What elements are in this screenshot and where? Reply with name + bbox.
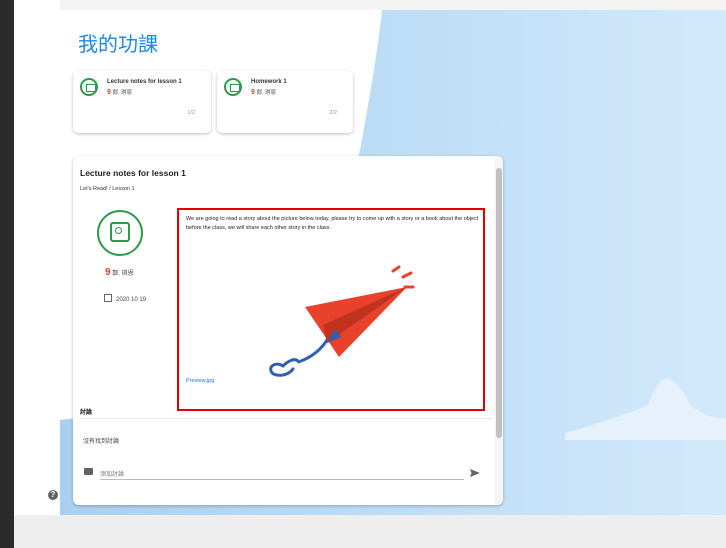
window-frame	[0, 0, 14, 548]
detail-title: Lecture notes for lesson 1	[80, 168, 186, 178]
breadcrumb: Let's Read! / Lesson 1	[80, 186, 135, 192]
attachment-link[interactable]: Preview.jpg	[186, 378, 214, 384]
assignment-description: We are going to read a story about the p…	[186, 216, 479, 231]
divider	[80, 418, 492, 419]
author-mark-icon: 9	[105, 267, 111, 278]
assignment-author: 9 鄭, 琪恩	[107, 89, 132, 96]
comment-input[interactable]	[100, 470, 464, 480]
send-icon[interactable]	[469, 467, 481, 479]
page-title: 我的功課	[78, 32, 158, 56]
author-name: 鄭, 琪恩	[112, 90, 132, 96]
author-name: 鄭, 琪恩	[112, 271, 134, 277]
notes-icon	[80, 78, 98, 96]
assignment-detail-panel: Lecture notes for lesson 1 Let's Read! /…	[73, 156, 503, 505]
due-date: 2020 10 19	[104, 294, 146, 303]
homework-icon	[224, 78, 242, 96]
author-name: 鄭, 琪恩	[256, 90, 276, 96]
assignment-card[interactable]: Homework 1 9 鄭, 琪恩 2/2	[217, 71, 353, 133]
paper-plane-image	[269, 265, 415, 377]
assignment-progress: 1/2	[187, 110, 195, 116]
assignment-author: 9 鄭, 琪恩	[251, 89, 276, 96]
assignment-card[interactable]: Lecture notes for lesson 1 9 鄭, 琪恩 1/2	[73, 71, 211, 133]
detail-author: 9 鄭, 琪恩	[105, 267, 134, 278]
no-comments-text: 沒有找到討論	[83, 439, 120, 445]
left-rail: ?	[14, 0, 60, 548]
assignment-title: Homework 1	[251, 79, 287, 85]
calendar-icon	[104, 294, 112, 302]
comments-heading: 討論	[80, 410, 93, 416]
content-highlight: We are going to read a story about the p…	[177, 208, 485, 411]
assignment-progress: 2/2	[329, 110, 337, 116]
scrollbar[interactable]	[495, 156, 503, 505]
scroll-thumb[interactable]	[496, 168, 502, 438]
top-strip	[60, 0, 726, 10]
notes-icon	[97, 210, 143, 256]
bottom-bar	[14, 515, 726, 548]
comment-icon	[84, 468, 93, 475]
assignment-title: Lecture notes for lesson 1	[107, 79, 182, 85]
help-icon[interactable]: ?	[48, 490, 58, 500]
due-date-text: 2020 10 19	[116, 297, 147, 303]
